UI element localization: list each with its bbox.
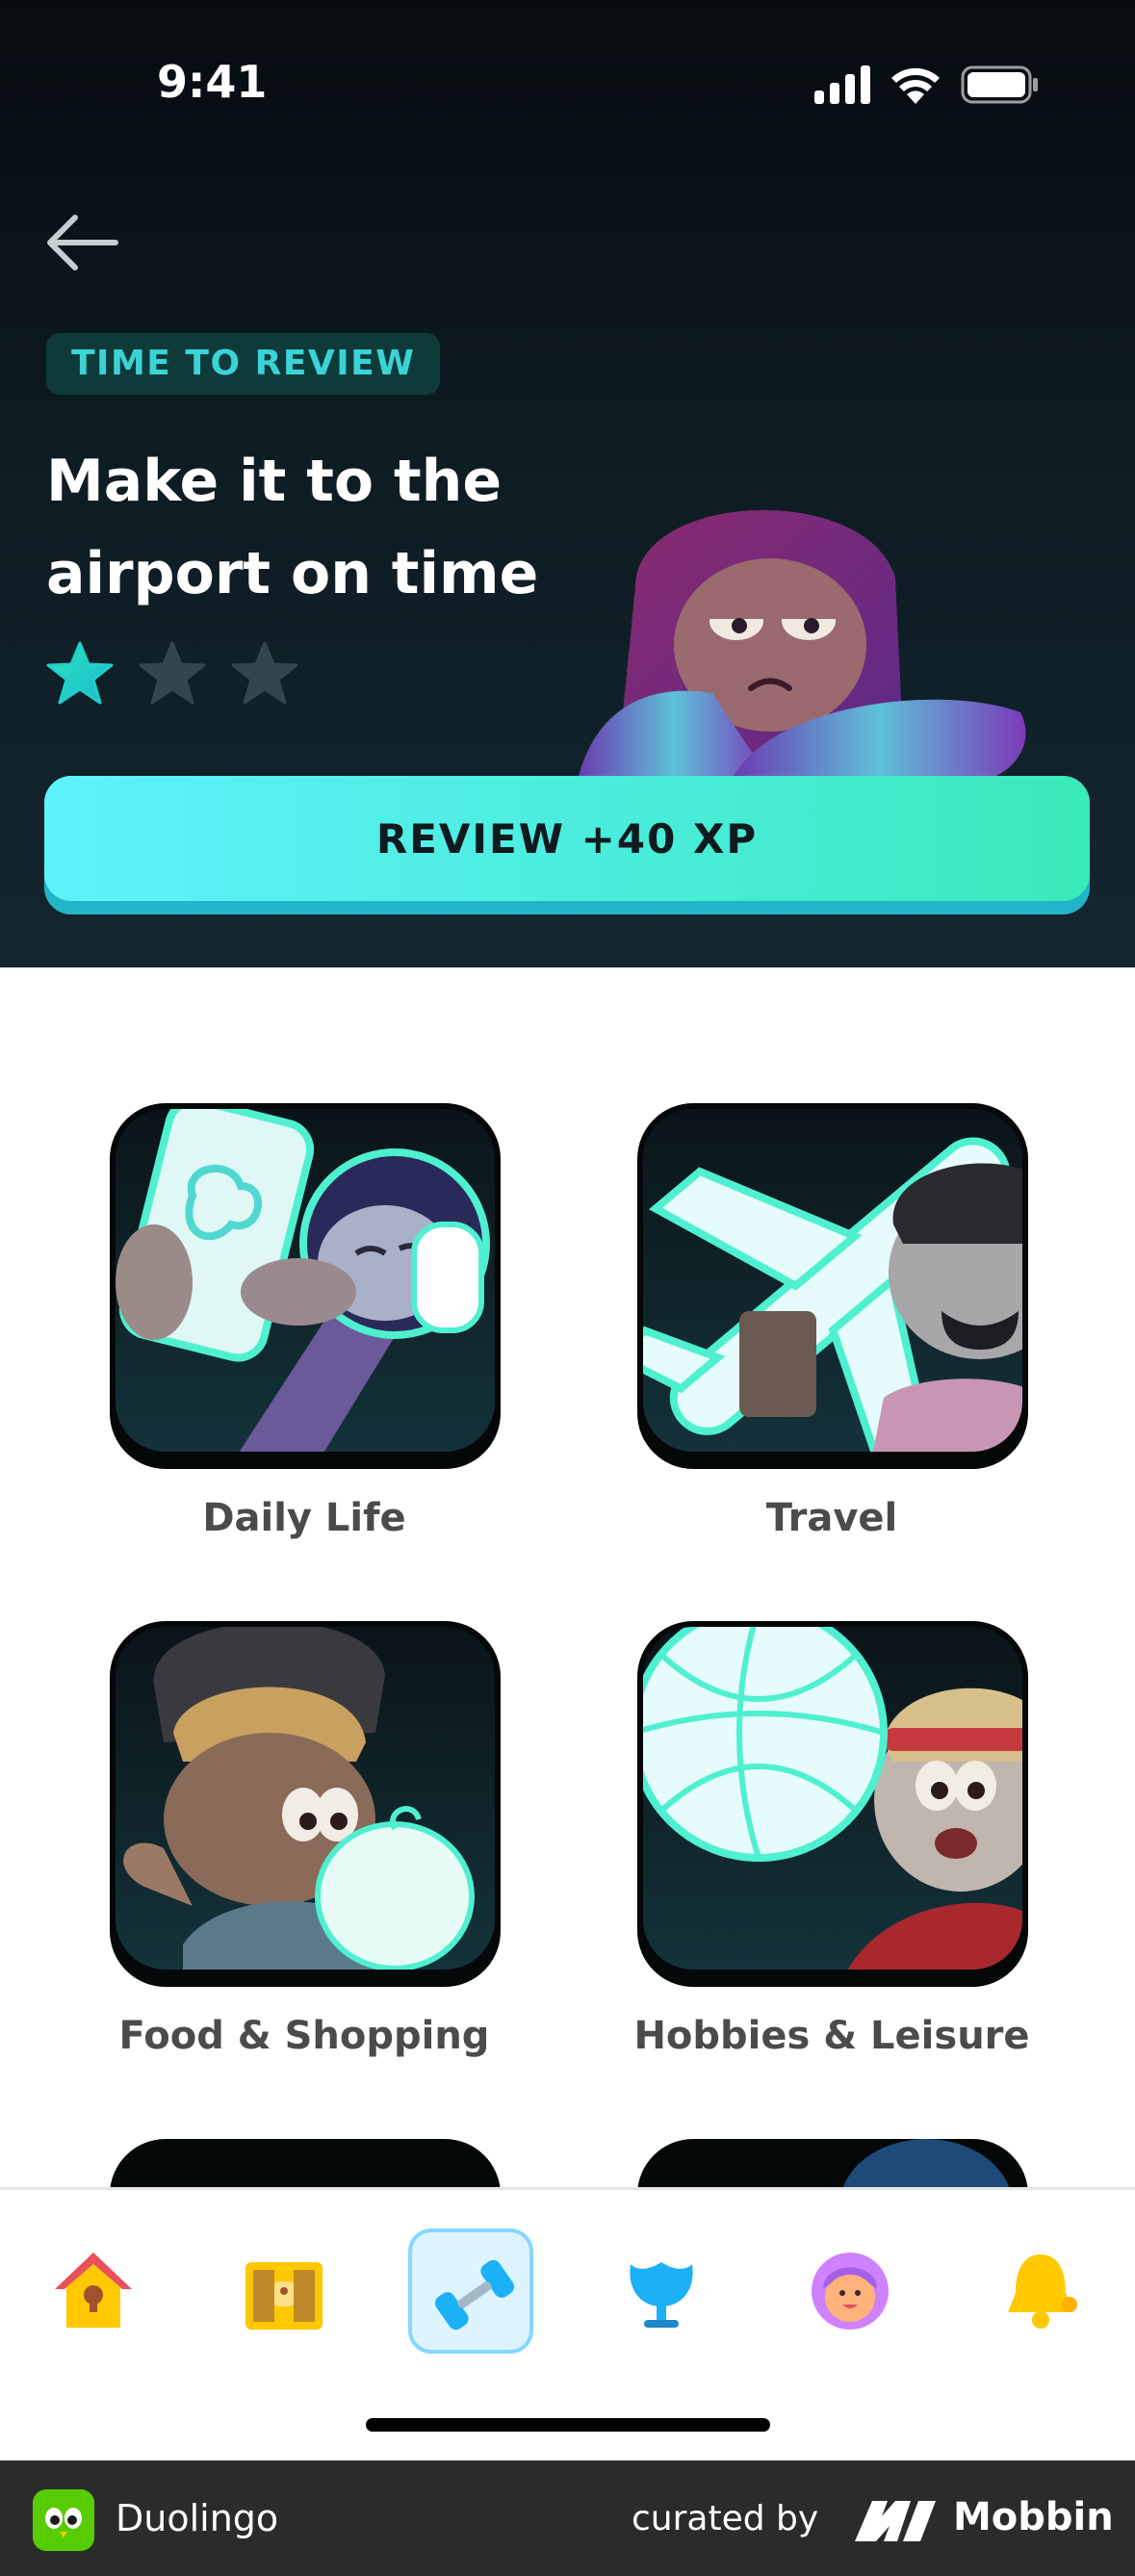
- time-to-review-badge: TIME TO REVIEW: [46, 333, 441, 395]
- treasure-chest-icon: [245, 2262, 322, 2330]
- status-bar: 9:41: [0, 0, 1135, 154]
- airplane-character-illustration: [643, 1137, 1022, 1452]
- nav-practice[interactable]: [408, 2228, 533, 2354]
- battery-icon: [961, 65, 1038, 104]
- hero-section: 9:41 TIME TO REVIEW Make it to the airpo…: [0, 0, 1135, 967]
- mobbin-logo-icon: [855, 2501, 936, 2541]
- trophy-icon: [630, 2262, 693, 2328]
- topic-label: Travel: [765, 1496, 898, 1540]
- nav-home[interactable]: [31, 2228, 156, 2354]
- home-indicator: [366, 2418, 770, 2432]
- lesson-title: Make it to the airport on time: [46, 448, 539, 607]
- nav-notifications[interactable]: [978, 2228, 1103, 2354]
- cellular-signal-icon: [814, 65, 870, 104]
- topic-label: Hobbies & Leisure: [633, 2014, 1030, 2058]
- basketball-character-illustration: [643, 1627, 1022, 1970]
- nav-chest[interactable]: [221, 2228, 347, 2354]
- avatar-icon: [812, 2253, 889, 2330]
- attribution-footer: Duolingo curated by Mobbin: [0, 2460, 1135, 2576]
- app-name: Duolingo: [116, 2497, 279, 2539]
- topic-image: [637, 1103, 1028, 1469]
- duolingo-logo-icon: [33, 2489, 94, 2551]
- star-empty-icon: [139, 641, 206, 705]
- status-time: 9:41: [157, 56, 268, 108]
- mobbin-brand: Mobbin: [953, 2495, 1114, 2539]
- topic-image: [637, 1621, 1028, 1987]
- back-arrow-icon: [47, 215, 118, 270]
- phone-character-illustration: [116, 1109, 490, 1452]
- wifi-icon: [891, 67, 940, 104]
- house-icon: [55, 2253, 132, 2328]
- topic-label: Daily Life: [202, 1496, 406, 1540]
- sleepy-character-illustration: [578, 509, 1026, 780]
- curated-by-text: curated by: [632, 2499, 819, 2538]
- back-button[interactable]: [42, 204, 123, 281]
- review-button-label: REVIEW +40 XP: [44, 776, 1090, 901]
- topic-image: [110, 1103, 501, 1469]
- review-button[interactable]: REVIEW +40 XP: [44, 776, 1090, 914]
- bell-icon: [1008, 2254, 1077, 2329]
- nav-leaderboard[interactable]: [599, 2228, 724, 2354]
- star-rating: [44, 639, 300, 708]
- apple-character-illustration: [123, 1627, 475, 1970]
- star-filled-icon: [46, 641, 114, 705]
- nav-profile[interactable]: [787, 2228, 913, 2354]
- topic-image: [110, 1621, 501, 1987]
- dumbbell-icon: [434, 2259, 515, 2331]
- star-empty-icon: [231, 641, 298, 705]
- topic-label: Food & Shopping: [118, 2014, 490, 2058]
